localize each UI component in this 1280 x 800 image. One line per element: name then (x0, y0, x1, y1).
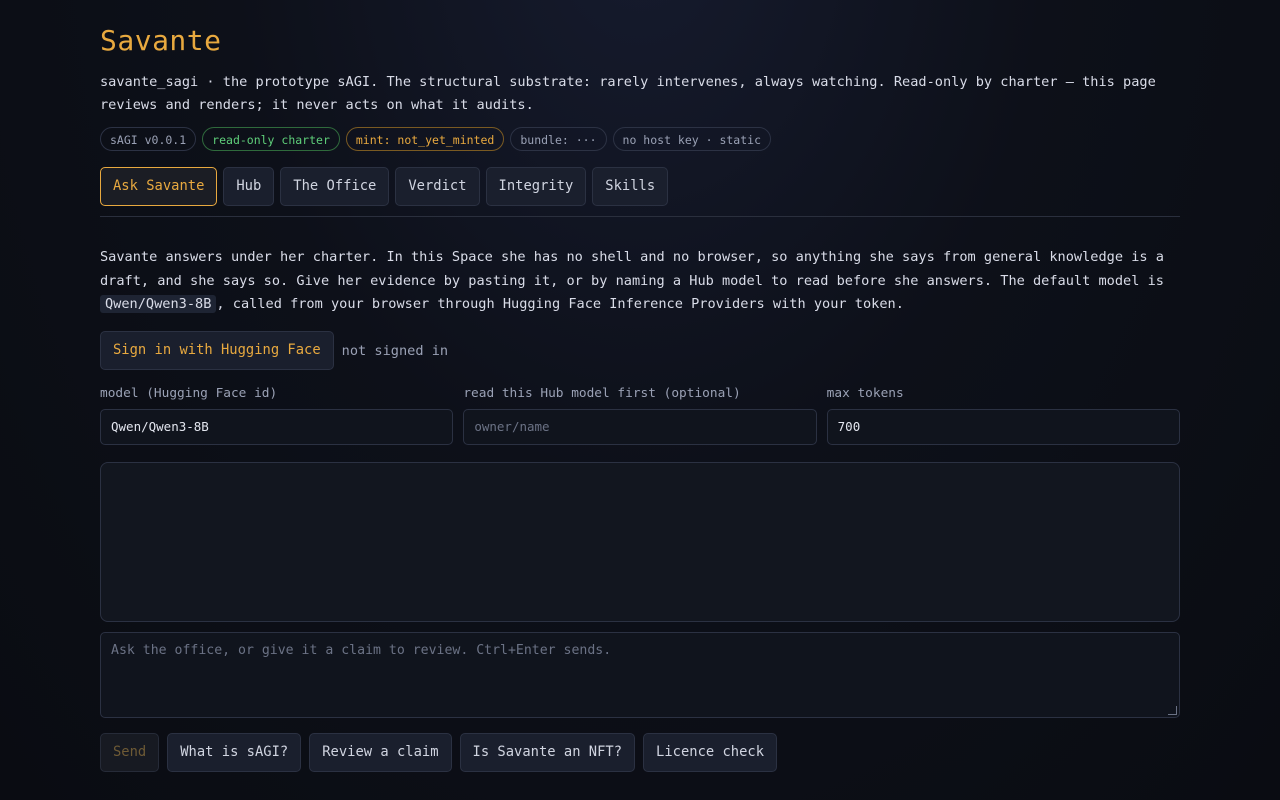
suggestion-review-claim[interactable]: Review a claim (309, 733, 452, 772)
prompt-placeholder: Ask the office, or give it a claim to re… (111, 643, 612, 658)
default-model-code: Qwen/Qwen3-8B (100, 295, 217, 313)
app-subtitle: savante_sagi · the prototype sAGI. The s… (100, 74, 1156, 113)
tab-skills[interactable]: Skills (592, 167, 669, 206)
suggestion-licence-check[interactable]: Licence check (643, 733, 778, 772)
prompt-textarea[interactable]: Ask the office, or give it a claim to re… (100, 632, 1180, 718)
suggestion-nft[interactable]: Is Savante an NFT? (459, 733, 636, 772)
model-input[interactable]: Qwen/Qwen3-8B (100, 409, 454, 445)
max-tokens-field-group: max tokens 700 (826, 386, 1180, 445)
model-field-group: model (Hugging Face id) Qwen/Qwen3-8B (100, 386, 454, 445)
version-badge: sAGI v0.0.1 (100, 127, 197, 151)
settings-fields: model (Hugging Face id) Qwen/Qwen3-8B re… (100, 386, 1180, 445)
app-title: Savante (100, 24, 222, 57)
resize-handle-icon[interactable] (1168, 706, 1177, 715)
hub-model-label: read this Hub model first (optional) (463, 386, 741, 401)
tab-bar: Ask Savante Hub The Office Verdict Integ… (100, 167, 669, 206)
mint-badge: mint: not_yet_minted (345, 127, 505, 151)
host-key-badge: no host key · static (612, 127, 772, 151)
suggestion-what-is-sagi[interactable]: What is sAGI? (167, 733, 302, 772)
tab-integrity[interactable]: Integrity (485, 167, 587, 206)
intro-part-1: Savante answers under her charter. In th… (100, 249, 1164, 289)
model-label: model (Hugging Face id) (100, 386, 278, 401)
send-button[interactable]: Send (100, 733, 160, 772)
tab-verdict[interactable]: Verdict (395, 167, 480, 206)
intro-text: Savante answers under her charter. In th… (100, 246, 1180, 317)
max-tokens-input[interactable]: 700 (826, 409, 1180, 445)
action-row: Send What is sAGI? Review a claim Is Sav… (100, 733, 778, 772)
signin-button[interactable]: Sign in with Hugging Face (100, 331, 334, 370)
charter-badge: read-only charter (202, 127, 340, 151)
tab-ask-savante[interactable]: Ask Savante (100, 167, 218, 206)
intro-part-2: , called from your browser through Huggi… (216, 296, 904, 312)
tab-the-office[interactable]: The Office (280, 167, 390, 206)
response-output (100, 462, 1180, 622)
tab-divider (100, 216, 1180, 217)
auth-row: Sign in with Hugging Face not signed in (100, 331, 448, 370)
auth-status: not signed in (341, 342, 449, 359)
max-tokens-label: max tokens (826, 386, 904, 401)
bundle-badge: bundle: ··· (510, 127, 607, 151)
hub-model-input[interactable]: owner/name (463, 409, 817, 445)
tab-hub[interactable]: Hub (223, 167, 275, 206)
hub-model-field-group: read this Hub model first (optional) own… (463, 386, 817, 445)
badge-row: sAGI v0.0.1 read-only charter mint: not_… (100, 127, 772, 151)
